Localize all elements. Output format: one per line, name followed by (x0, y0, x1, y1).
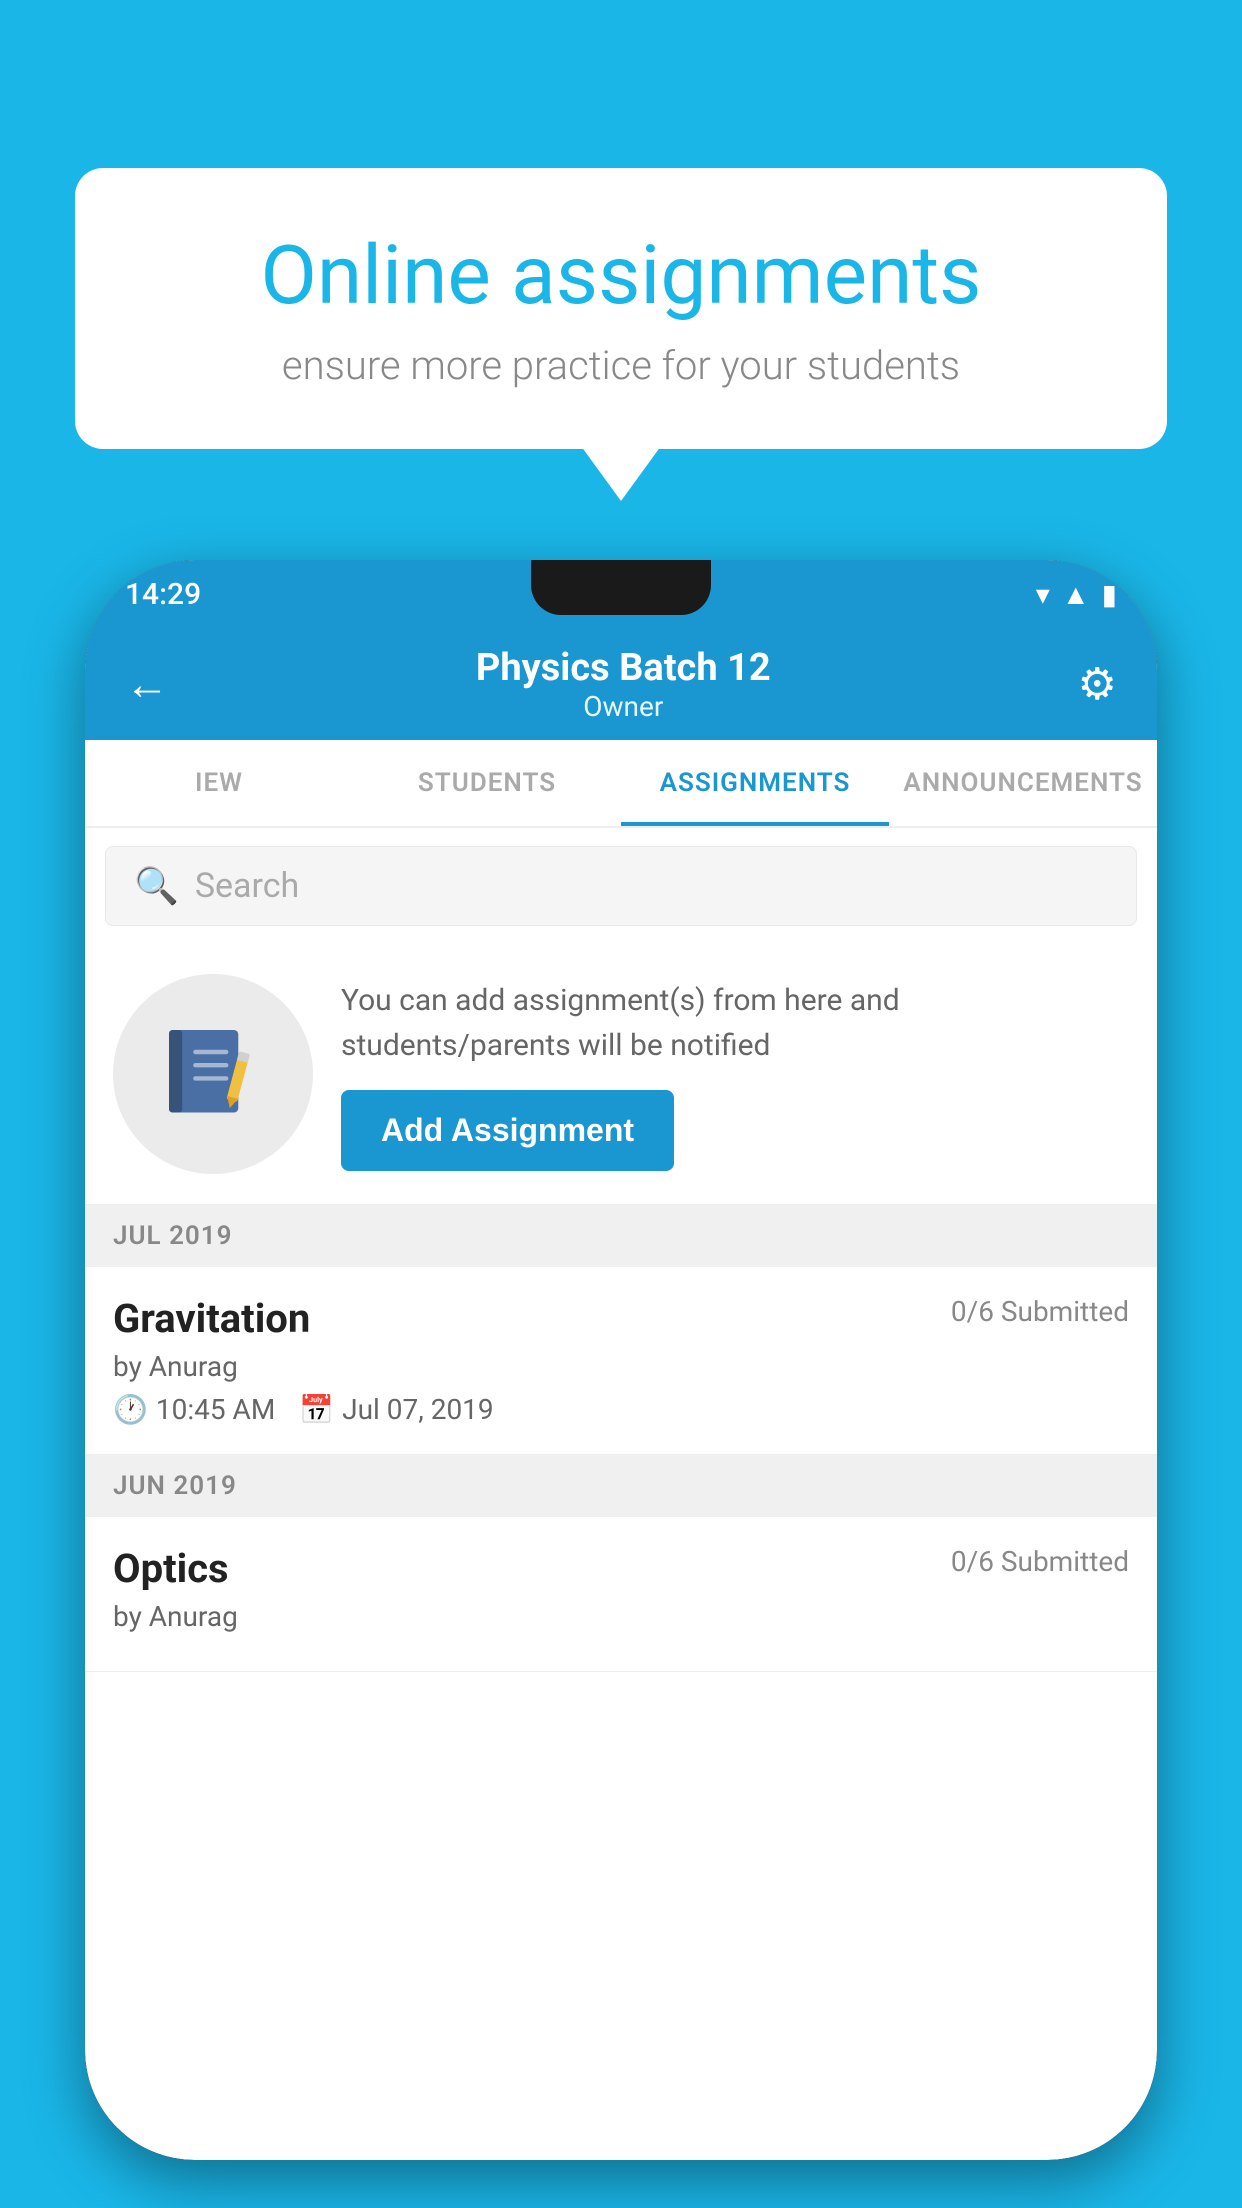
app-bar-subtitle: Owner (476, 690, 771, 723)
section-header-jul-2019: JUL 2019 (85, 1205, 1157, 1267)
add-assignment-button[interactable]: Add Assignment (341, 1090, 674, 1171)
promo-description: You can add assignment(s) from here and … (341, 978, 1129, 1068)
status-icons: ▾ ▲ ▮ (1036, 578, 1117, 611)
tab-announcements[interactable]: ANNOUNCEMENTS (889, 740, 1157, 826)
section-header-label: JUL 2019 (113, 1221, 233, 1251)
assignment-author-optics: by Anurag (113, 1600, 1129, 1633)
back-button[interactable]: ← (125, 658, 169, 710)
assignment-item-gravitation[interactable]: Gravitation 0/6 Submitted by Anurag 🕐 10… (85, 1267, 1157, 1455)
assignment-date: 📅 Jul 07, 2019 (299, 1393, 493, 1426)
assignment-author: by Anurag (113, 1350, 1129, 1383)
app-bar-title: Physics Batch 12 (476, 646, 771, 690)
search-bar[interactable]: 🔍 Search (105, 846, 1137, 926)
assignment-submitted-count: 0/6 Submitted (951, 1295, 1129, 1328)
settings-icon[interactable]: ⚙ (1078, 658, 1117, 710)
tab-assignments[interactable]: ASSIGNMENTS (621, 740, 889, 826)
phone-frame: 14:29 ▾ ▲ ▮ ← Physics Batch 12 Owner ⚙ I… (85, 560, 1157, 2160)
speech-bubble: Online assignments ensure more practice … (75, 168, 1167, 449)
assignment-submitted-optics: 0/6 Submitted (951, 1545, 1129, 1578)
status-bar: 14:29 ▾ ▲ ▮ (85, 560, 1157, 628)
assignment-meta: 🕐 10:45 AM 📅 Jul 07, 2019 (113, 1393, 1129, 1426)
tab-students[interactable]: STUDENTS (353, 740, 621, 826)
assignment-time: 🕐 10:45 AM (113, 1393, 275, 1426)
assignment-row-top: Gravitation 0/6 Submitted (113, 1295, 1129, 1342)
calendar-icon: 📅 (299, 1393, 334, 1426)
speech-bubble-container: Online assignments ensure more practice … (75, 168, 1167, 449)
signal-icon: ▲ (1062, 578, 1090, 611)
tab-iew[interactable]: IEW (85, 740, 353, 826)
speech-bubble-title: Online assignments (155, 228, 1087, 324)
search-container: 🔍 Search (85, 828, 1157, 944)
app-bar-title-section: Physics Batch 12 Owner (476, 646, 771, 723)
status-time: 14:29 (125, 577, 201, 612)
phone-screen: 14:29 ▾ ▲ ▮ ← Physics Batch 12 Owner ⚙ I… (85, 560, 1157, 2160)
assignment-item-optics[interactable]: Optics 0/6 Submitted by Anurag (85, 1517, 1157, 1672)
assignment-row-top-optics: Optics 0/6 Submitted (113, 1545, 1129, 1592)
phone-notch (531, 560, 711, 615)
section-header-label-jun: JUN 2019 (113, 1471, 237, 1501)
add-assignment-promo: You can add assignment(s) from here and … (85, 944, 1157, 1205)
assignment-name-optics: Optics (113, 1545, 229, 1592)
promo-icon-circle (113, 974, 313, 1174)
wifi-icon: ▾ (1036, 578, 1050, 611)
app-bar: ← Physics Batch 12 Owner ⚙ (85, 628, 1157, 740)
section-header-jun-2019: JUN 2019 (85, 1455, 1157, 1517)
search-icon: 🔍 (134, 865, 179, 907)
search-input[interactable]: Search (195, 866, 299, 906)
battery-icon: ▮ (1102, 578, 1117, 611)
speech-bubble-subtitle: ensure more practice for your students (155, 342, 1087, 389)
tab-bar: IEW STUDENTS ASSIGNMENTS ANNOUNCEMENTS (85, 740, 1157, 828)
notebook-icon (158, 1019, 268, 1129)
assignment-name: Gravitation (113, 1295, 310, 1342)
clock-icon: 🕐 (113, 1393, 148, 1426)
promo-content: You can add assignment(s) from here and … (341, 978, 1129, 1171)
